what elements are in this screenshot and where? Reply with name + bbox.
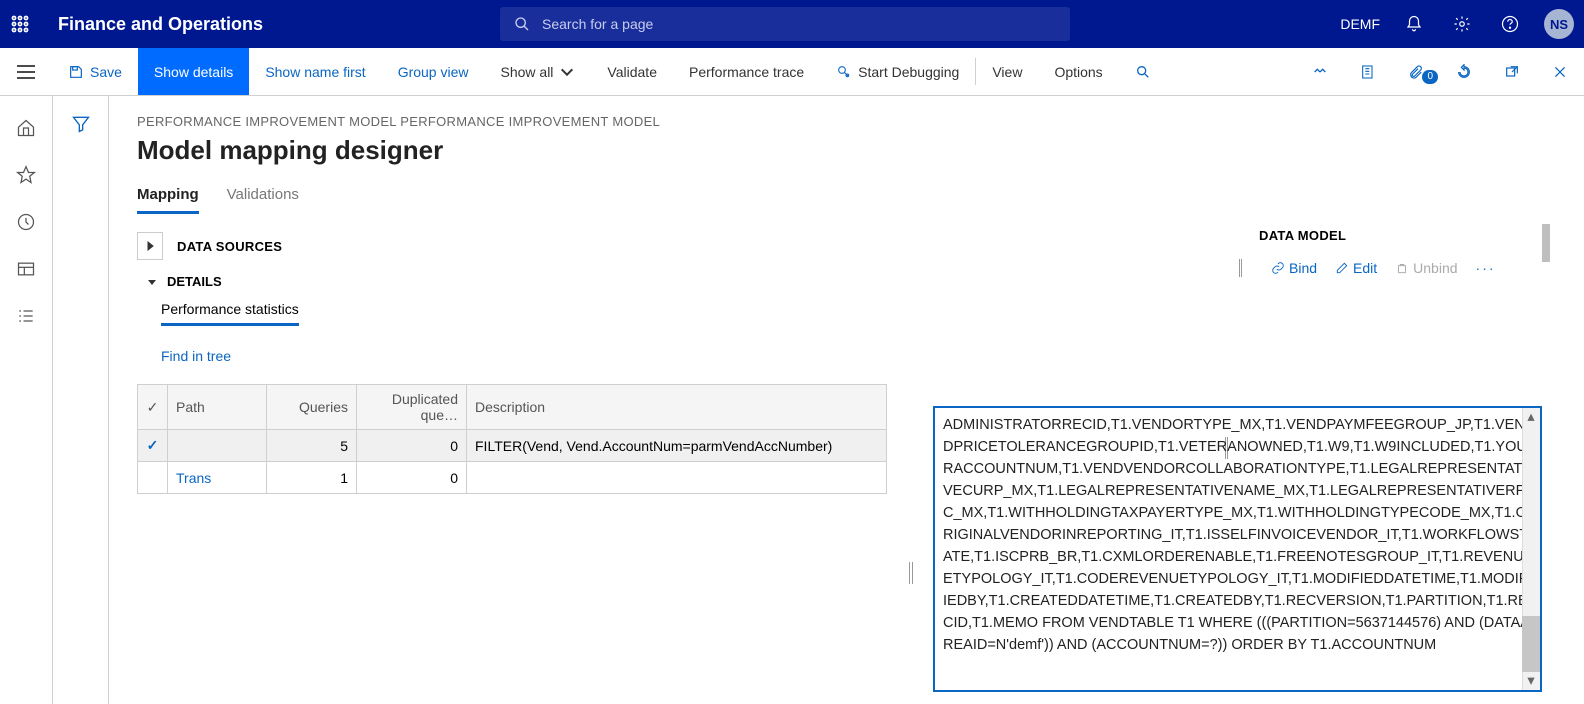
scroll-indicator [1542,224,1550,262]
popout-icon[interactable] [1488,64,1536,80]
workspaces-icon[interactable] [16,259,36,284]
expand-data-sources-button[interactable] [137,232,163,260]
performance-statistics-tab[interactable]: Performance statistics [161,301,299,326]
close-icon[interactable] [1536,64,1584,80]
filter-icon[interactable] [71,114,91,704]
scroll-up-icon[interactable]: ▴ [1522,408,1540,426]
group-view-button[interactable]: Group view [382,48,485,95]
edit-button[interactable]: Edit [1335,260,1377,276]
table-row[interactable]: Trans10 [138,462,887,494]
favorites-icon[interactable] [16,165,36,190]
sql-query-panel[interactable]: ADMINISTRATORRECID,T1.VENDORTYPE_MX,T1.V… [933,406,1542,692]
more-actions-icon[interactable]: ··· [1476,260,1496,276]
show-all-label: Show all [501,64,554,80]
company-indicator[interactable]: DEMF [1340,16,1380,32]
show-name-first-button[interactable]: Show name first [249,48,381,95]
user-avatar[interactable]: NS [1544,9,1574,39]
start-debugging-button[interactable]: Start Debugging [820,48,975,95]
cell-queries: 1 [267,462,357,494]
performance-grid: ✓ Path Queries Duplicated que… Descripti… [137,384,887,494]
row-checkbox[interactable] [138,462,168,494]
show-details-button[interactable]: Show details [138,48,249,95]
table-row[interactable]: ✓ 50FILTER(Vend, Vend.AccountNum=parmVend… [138,430,887,462]
perf-trace-label: Performance trace [689,64,804,80]
tab-mapping[interactable]: Mapping [137,186,199,214]
find-in-tree-link[interactable]: Find in tree [161,348,231,364]
page-search-icon[interactable] [1119,48,1167,95]
tab-validations[interactable]: Validations [227,186,299,214]
col-queries[interactable]: Queries [267,385,357,430]
global-search-input[interactable]: Search for a page [500,7,1070,41]
notifications-icon[interactable] [1394,0,1434,48]
options-menu[interactable]: Options [1038,48,1118,95]
group-view-label: Group view [398,64,469,80]
col-select[interactable]: ✓ [138,385,168,430]
scrollbar-thumb[interactable] [1522,616,1540,672]
cell-path[interactable] [168,430,267,462]
app-title: Finance and Operations [58,14,263,35]
recent-icon[interactable] [16,212,36,237]
link-icon[interactable] [1296,64,1344,80]
office-icon[interactable] [1344,64,1392,80]
cell-dup: 0 [357,462,467,494]
cell-path[interactable]: Trans [168,462,267,494]
details-heading: DETAILS [167,274,222,289]
save-button[interactable]: Save [52,48,138,95]
help-icon[interactable] [1490,0,1530,48]
validate-label: Validate [607,64,657,80]
settings-icon[interactable] [1442,0,1482,48]
show-name-first-label: Show name first [265,64,365,80]
modules-icon[interactable] [16,306,36,331]
view-menu[interactable]: View [976,48,1038,95]
view-label: View [992,64,1022,80]
cell-desc [467,462,887,494]
col-description[interactable]: Description [467,385,887,430]
performance-trace-button[interactable]: Performance trace [673,48,820,95]
data-model-heading: DATA MODEL [1259,228,1544,243]
cell-desc: FILTER(Vend, Vend.AccountNum=parmVendAcc… [467,430,887,462]
show-details-label: Show details [154,64,233,80]
page-title: Model mapping designer [137,135,1584,166]
horizontal-splitter[interactable] [909,562,913,584]
app-launcher-icon[interactable] [0,0,40,48]
breadcrumb: PERFORMANCE IMPROVEMENT MODEL PERFORMANC… [137,114,1584,129]
attachments-icon[interactable]: 0 [1392,64,1440,80]
cell-dup: 0 [357,430,467,462]
refresh-icon[interactable] [1440,64,1488,80]
show-all-dropdown[interactable]: Show all [485,48,592,95]
start-debug-label: Start Debugging [858,64,959,80]
unbind-label: Unbind [1413,260,1457,276]
bind-button[interactable]: Bind [1271,260,1317,276]
hamburger-menu-icon[interactable] [0,48,52,95]
search-placeholder: Search for a page [542,16,653,32]
edit-label: Edit [1353,260,1377,276]
scroll-down-icon[interactable]: ▾ [1522,672,1540,690]
cell-queries: 5 [267,430,357,462]
drag-handle-icon[interactable] [1239,257,1249,279]
unbind-button: Unbind [1395,260,1457,276]
save-label: Save [90,64,122,80]
options-label: Options [1054,64,1102,80]
home-icon[interactable] [16,118,36,143]
attachments-badge: 0 [1422,70,1438,84]
row-checkbox[interactable]: ✓ [138,430,168,462]
bind-label: Bind [1289,260,1317,276]
col-path[interactable]: Path [168,385,267,430]
data-sources-heading: DATA SOURCES [177,239,282,254]
sql-text: ADMINISTRATORRECID,T1.VENDORTYPE_MX,T1.V… [943,417,1530,653]
validate-button[interactable]: Validate [591,48,673,95]
col-duplicated[interactable]: Duplicated que… [357,385,467,430]
